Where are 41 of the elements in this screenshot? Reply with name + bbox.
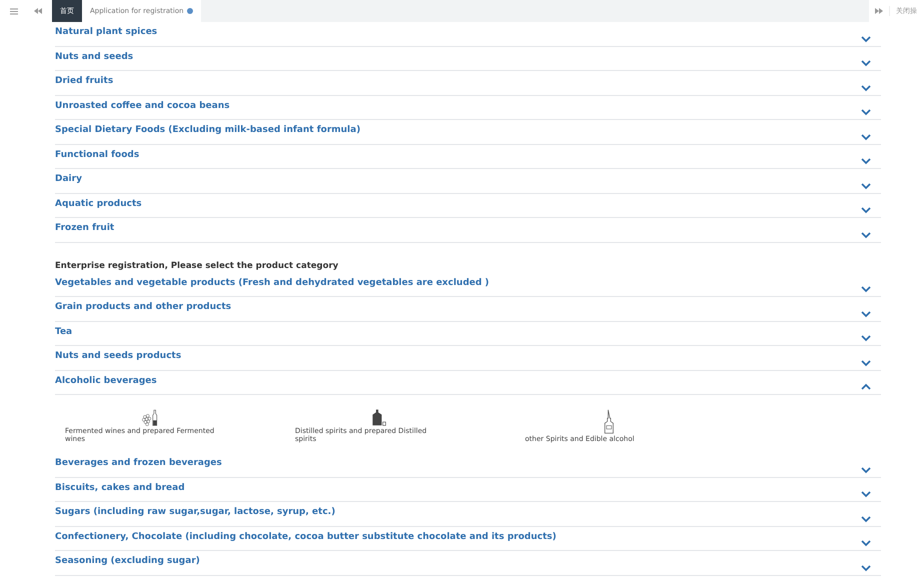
category-row[interactable]: Natural plant spices (55, 22, 881, 46)
category-row[interactable]: Alcoholic beverages (55, 370, 881, 395)
category-row[interactable]: Sugars (including raw sugar,sugar, lactose, syrup, etc.) (55, 502, 881, 526)
category-row[interactable]: Frozen fruit (55, 218, 881, 242)
chevron-icon[interactable] (861, 358, 871, 366)
chevron-icon[interactable] (861, 285, 871, 293)
category-row[interactable]: Biscuits, cakes and bread (55, 478, 881, 502)
category-row[interactable]: Dairy (55, 169, 881, 194)
category-row[interactable]: Grain products and other products (55, 297, 881, 322)
category-row[interactable]: Functional foods (55, 144, 881, 169)
close-icon[interactable] (186, 8, 193, 14)
category-row[interactable]: Vegetables and vegetable products (Fresh and dehydrated vegetables are excluded ) (55, 272, 881, 297)
category-row[interactable]: Nuts and seeds products (55, 346, 881, 370)
chevron-icon[interactable] (861, 514, 871, 522)
category-row[interactable]: Nuts and seeds (55, 46, 881, 71)
category-row[interactable]: Special Dietary Foods (Excluding milk-based infant formula) (55, 120, 881, 144)
chevron-icon[interactable] (861, 206, 871, 214)
chevron-icon[interactable] (861, 334, 871, 342)
chevron-icon[interactable] (861, 157, 871, 165)
chevron-icon[interactable] (861, 182, 871, 190)
chevron-icon[interactable] (861, 539, 871, 547)
chevron-icon[interactable] (861, 466, 871, 474)
chevron-icon[interactable] (861, 230, 871, 238)
category-row[interactable]: Beverages and frozen beverages (55, 453, 881, 478)
chevron-icon[interactable] (861, 84, 871, 92)
category-row[interactable]: Unroasted coffee and cocoa beans (55, 96, 881, 120)
section-heading: Enterprise registration, Please select the product category (55, 260, 340, 270)
chevron-icon[interactable] (861, 59, 871, 67)
category-row[interactable]: Confectionery, Chocolate (including chocolate, cocoa butter substitute chocolate and its products) (55, 526, 881, 551)
category-row[interactable]: Tea (55, 322, 881, 346)
chevron-icon[interactable] (861, 564, 871, 572)
chevron-icon[interactable] (861, 383, 871, 391)
chevron-icon[interactable] (861, 132, 871, 140)
category-row[interactable]: Seasoning (excluding sugar) (55, 551, 881, 576)
category-row[interactable]: Aquatic products (55, 194, 881, 218)
chevron-icon[interactable] (861, 490, 871, 498)
category-row[interactable]: Dried fruits (55, 71, 881, 96)
chevron-icon[interactable] (861, 34, 871, 42)
bottle-icon (603, 409, 615, 434)
chevron-icon[interactable] (861, 108, 871, 116)
chevron-icon[interactable] (861, 310, 871, 318)
